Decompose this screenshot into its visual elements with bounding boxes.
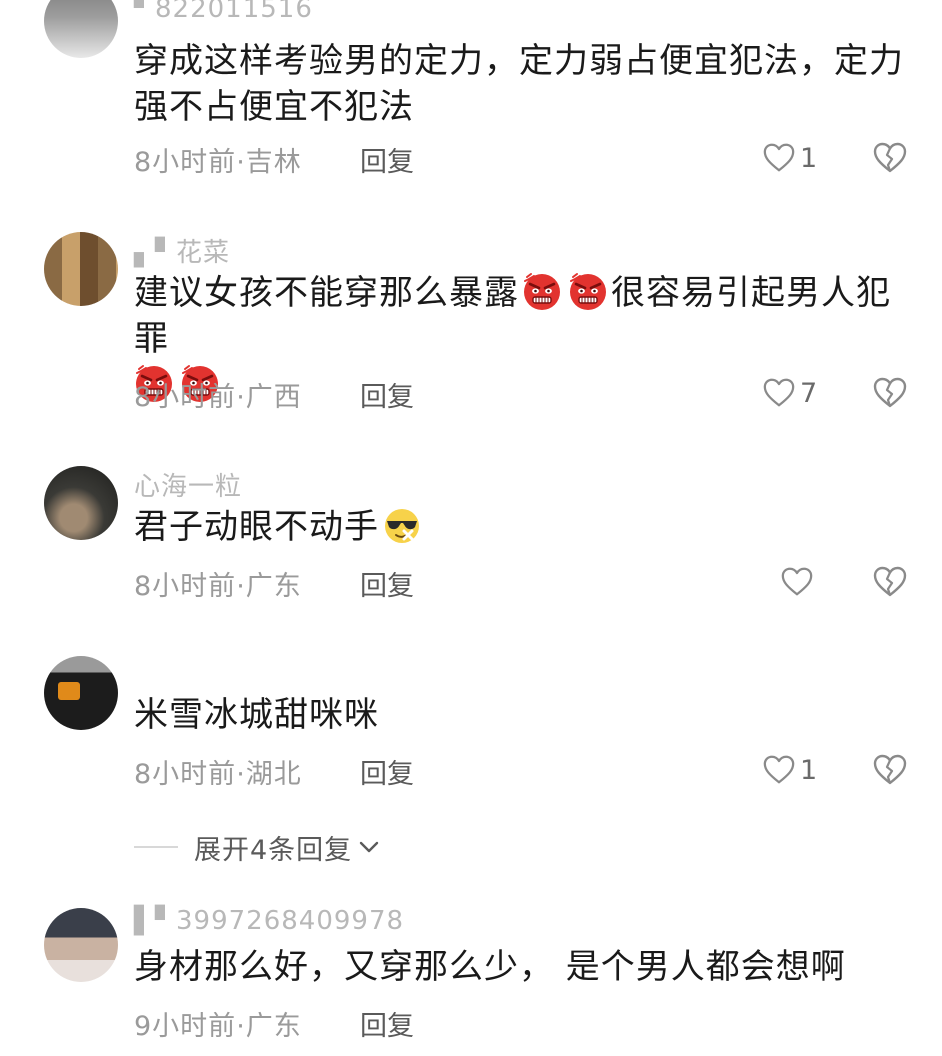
- comment-text-part: 建议女孩不能穿那么暴露: [134, 273, 519, 313]
- angry-face-emoji: [522, 271, 562, 311]
- reply-button[interactable]: 回复: [360, 375, 414, 414]
- divider: [134, 846, 178, 848]
- like-count: 7: [800, 377, 818, 409]
- comment-time: 8小时前: [134, 382, 237, 413]
- comment-text: 穿成这样考验男的定力，定力弱占便宜犯法，定力强不占便宜不犯法: [134, 41, 904, 127]
- reply-button[interactable]: 回复: [360, 1004, 414, 1043]
- comment-time: 9小时前: [134, 1011, 237, 1042]
- comment-meta: 8小时前·广东: [134, 571, 302, 602]
- angry-face-emoji: [568, 271, 608, 311]
- broken-heart-icon[interactable]: [872, 564, 908, 600]
- avatar[interactable]: [44, 0, 118, 58]
- reply-button[interactable]: 回复: [360, 140, 414, 179]
- comment-meta: 9小时前·广东: [134, 1011, 302, 1042]
- comment-meta: 8小时前·吉林: [134, 147, 302, 178]
- sunglasses-face-emoji: [382, 505, 422, 545]
- broken-heart-icon[interactable]: [872, 140, 908, 176]
- heart-outline-icon: [762, 753, 796, 787]
- like-button[interactable]: 1: [762, 752, 817, 788]
- avatar[interactable]: [44, 656, 118, 730]
- heart-outline-icon: [762, 376, 796, 410]
- like-count: 1: [800, 142, 818, 174]
- comment-meta: 8小时前·广西: [134, 382, 302, 413]
- reply-button[interactable]: 回复: [360, 564, 414, 603]
- comment-time: 8小时前: [134, 147, 237, 178]
- comment-location: 广西: [245, 382, 302, 413]
- avatar[interactable]: [44, 908, 118, 982]
- comment-meta: 8小时前·湖北: [134, 759, 302, 790]
- username[interactable]: ▘822011516: [134, 0, 313, 24]
- comment-text: 身材那么好，又穿那么少， 是个男人都会想啊: [134, 947, 846, 987]
- avatar[interactable]: [44, 466, 118, 540]
- comment-time: 8小时前: [134, 759, 237, 790]
- comment-time: 8小时前: [134, 571, 237, 602]
- expand-replies-button[interactable]: 展开4条回复: [134, 830, 382, 866]
- broken-heart-icon[interactable]: [872, 375, 908, 411]
- comment-text: 君子动眼不动手: [134, 504, 904, 550]
- heart-outline-icon: [762, 141, 796, 175]
- comment-location: 湖北: [245, 759, 302, 790]
- reply-button[interactable]: 回复: [360, 752, 414, 791]
- like-button[interactable]: [780, 564, 814, 600]
- avatar[interactable]: [44, 232, 118, 306]
- like-count: 1: [800, 754, 818, 786]
- like-button[interactable]: 7: [762, 375, 817, 411]
- username[interactable]: ▌▘3997268409978: [134, 906, 404, 936]
- username[interactable]: ▖▘花菜: [134, 232, 230, 269]
- like-button[interactable]: 1: [762, 140, 817, 176]
- comment-location: 广东: [245, 1011, 302, 1042]
- comment-location: 吉林: [245, 147, 302, 178]
- username[interactable]: 心海一粒: [134, 466, 242, 503]
- heart-outline-icon: [780, 565, 814, 599]
- comment-text: 米雪冰城甜咪咪: [134, 695, 379, 735]
- chevron-down-icon: [359, 841, 379, 853]
- broken-heart-icon[interactable]: [872, 752, 908, 788]
- expand-replies-label: 展开4条回复: [194, 834, 353, 866]
- comment-text-part: 君子动眼不动手: [134, 507, 379, 547]
- comment-location: 广东: [245, 571, 302, 602]
